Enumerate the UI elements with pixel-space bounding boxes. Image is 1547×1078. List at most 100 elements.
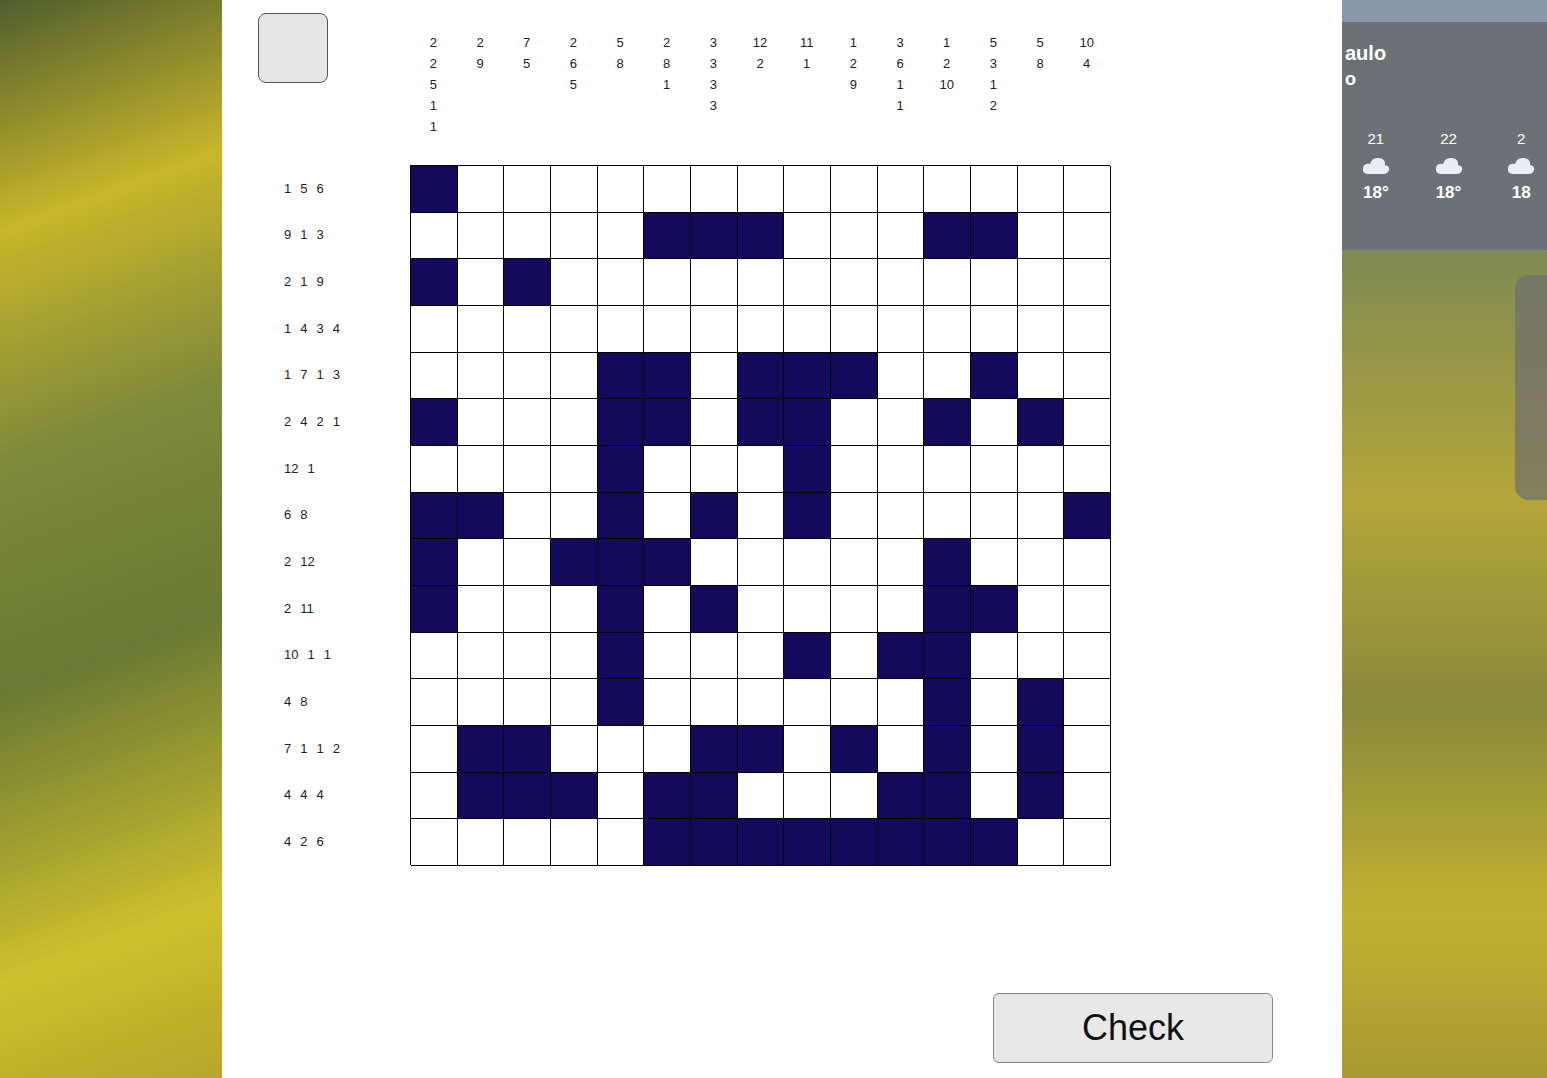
weather-widget[interactable]: auloo2118°2218°218: [1342, 22, 1547, 250]
grid-cell[interactable]: [1064, 726, 1111, 773]
grid-cell[interactable]: [644, 773, 691, 820]
grid-cell[interactable]: [1018, 773, 1065, 820]
grid-cell[interactable]: [644, 679, 691, 726]
grid-cell[interactable]: [458, 259, 505, 306]
grid-cell[interactable]: [691, 306, 738, 353]
grid-cell[interactable]: [504, 399, 551, 446]
grid-cell[interactable]: [458, 446, 505, 493]
grid-cell[interactable]: [598, 306, 645, 353]
grid-cell[interactable]: [1064, 259, 1111, 306]
grid-cell[interactable]: [598, 399, 645, 446]
grid-cell[interactable]: [784, 679, 831, 726]
grid-cell[interactable]: [644, 399, 691, 446]
grid-cell[interactable]: [504, 726, 551, 773]
grid-cell[interactable]: [878, 353, 925, 400]
grid-cell[interactable]: [551, 446, 598, 493]
grid-cell[interactable]: [411, 166, 458, 213]
grid-cell[interactable]: [784, 259, 831, 306]
grid-cell[interactable]: [598, 726, 645, 773]
grid-cell[interactable]: [784, 446, 831, 493]
grid-cell[interactable]: [1064, 773, 1111, 820]
grid-cell[interactable]: [784, 353, 831, 400]
grid-cell[interactable]: [971, 446, 1018, 493]
grid-cell[interactable]: [691, 726, 738, 773]
grid-cell[interactable]: [551, 306, 598, 353]
grid-cell[interactable]: [831, 773, 878, 820]
grid-cell[interactable]: [504, 446, 551, 493]
grid-cell[interactable]: [831, 446, 878, 493]
grid-cell[interactable]: [644, 539, 691, 586]
grid-cell[interactable]: [691, 353, 738, 400]
grid-cell[interactable]: [504, 353, 551, 400]
grid-cell[interactable]: [504, 539, 551, 586]
grid-cell[interactable]: [644, 586, 691, 633]
grid-cell[interactable]: [1018, 399, 1065, 446]
grid-cell[interactable]: [1064, 819, 1111, 866]
grid-cell[interactable]: [738, 353, 785, 400]
grid-cell[interactable]: [1018, 819, 1065, 866]
grid-cell[interactable]: [784, 399, 831, 446]
grid-cell[interactable]: [971, 166, 1018, 213]
grid-cell[interactable]: [411, 726, 458, 773]
grid-cell[interactable]: [458, 586, 505, 633]
grid-cell[interactable]: [644, 819, 691, 866]
menu-button[interactable]: [258, 13, 328, 83]
grid-cell[interactable]: [644, 353, 691, 400]
grid-cell[interactable]: [691, 773, 738, 820]
grid-cell[interactable]: [411, 306, 458, 353]
grid-cell[interactable]: [831, 399, 878, 446]
grid-cell[interactable]: [458, 353, 505, 400]
grid-cell[interactable]: [458, 213, 505, 260]
grid-cell[interactable]: [411, 446, 458, 493]
grid-cell[interactable]: [644, 446, 691, 493]
grid-cell[interactable]: [598, 586, 645, 633]
grid-cell[interactable]: [691, 539, 738, 586]
grid-cell[interactable]: [1064, 446, 1111, 493]
grid-cell[interactable]: [878, 539, 925, 586]
grid-cell[interactable]: [738, 726, 785, 773]
grid-cell[interactable]: [598, 213, 645, 260]
grid-cell[interactable]: [831, 306, 878, 353]
grid-cell[interactable]: [971, 773, 1018, 820]
grid-cell[interactable]: [458, 679, 505, 726]
grid-cell[interactable]: [971, 679, 1018, 726]
grid-cell[interactable]: [1018, 726, 1065, 773]
grid-cell[interactable]: [691, 166, 738, 213]
grid-cell[interactable]: [878, 306, 925, 353]
grid-cell[interactable]: [411, 539, 458, 586]
grid-cell[interactable]: [504, 259, 551, 306]
grid-cell[interactable]: [971, 726, 1018, 773]
grid-cell[interactable]: [924, 586, 971, 633]
grid-cell[interactable]: [598, 166, 645, 213]
grid-cell[interactable]: [784, 726, 831, 773]
grid-cell[interactable]: [551, 539, 598, 586]
grid-cell[interactable]: [691, 446, 738, 493]
grid-cell[interactable]: [971, 399, 1018, 446]
grid-cell[interactable]: [551, 493, 598, 540]
check-button[interactable]: Check: [993, 993, 1273, 1063]
grid-cell[interactable]: [878, 773, 925, 820]
grid-cell[interactable]: [411, 773, 458, 820]
grid-cell[interactable]: [691, 679, 738, 726]
grid-cell[interactable]: [458, 399, 505, 446]
grid-cell[interactable]: [504, 213, 551, 260]
grid-cell[interactable]: [458, 166, 505, 213]
grid-cell[interactable]: [784, 633, 831, 680]
grid-cell[interactable]: [924, 819, 971, 866]
grid-cell[interactable]: [644, 259, 691, 306]
grid-cell[interactable]: [458, 726, 505, 773]
grid-cell[interactable]: [411, 586, 458, 633]
grid-cell[interactable]: [411, 213, 458, 260]
grid-cell[interactable]: [458, 539, 505, 586]
grid-cell[interactable]: [738, 399, 785, 446]
grid-cell[interactable]: [598, 259, 645, 306]
grid-cell[interactable]: [504, 679, 551, 726]
grid-cell[interactable]: [924, 166, 971, 213]
grid-cell[interactable]: [551, 773, 598, 820]
grid-cell[interactable]: [504, 586, 551, 633]
grid-cell[interactable]: [971, 306, 1018, 353]
grid-cell[interactable]: [738, 586, 785, 633]
grid-cell[interactable]: [831, 259, 878, 306]
grid-cell[interactable]: [784, 493, 831, 540]
grid-cell[interactable]: [458, 493, 505, 540]
